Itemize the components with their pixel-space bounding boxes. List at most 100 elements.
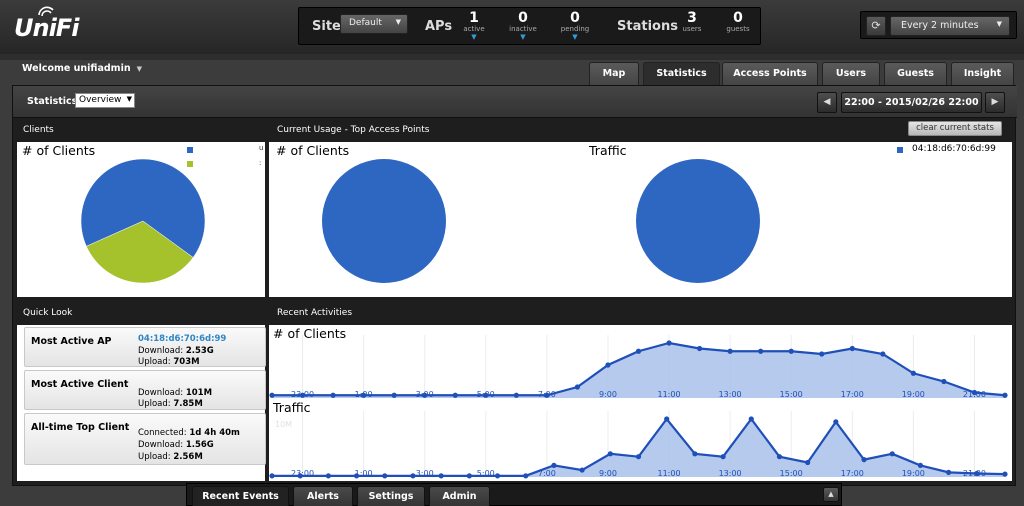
data-point[interactable]: [269, 392, 275, 398]
welcome-text: Welcome unifiadmin: [22, 63, 131, 74]
data-point[interactable]: [776, 454, 783, 460]
data-point[interactable]: [466, 473, 472, 479]
data-point[interactable]: [833, 419, 839, 425]
data-point[interactable]: [513, 392, 519, 398]
data-point[interactable]: [805, 459, 811, 466]
caret-down-icon[interactable]: ▼: [555, 33, 595, 41]
refresh-interval-select[interactable]: Every 2 minutes ▼: [890, 16, 1010, 36]
aps-label: APs: [425, 19, 453, 34]
refresh-icon[interactable]: ⟳: [866, 16, 886, 36]
data-point[interactable]: [849, 345, 855, 352]
data-point[interactable]: [452, 392, 458, 398]
tab-guests[interactable]: Guests: [884, 62, 947, 85]
quicklook-line-value: 2.56M: [173, 452, 203, 462]
data-point[interactable]: [269, 473, 275, 479]
data-point[interactable]: [325, 473, 331, 479]
data-point[interactable]: [382, 473, 388, 479]
data-point[interactable]: [438, 473, 444, 479]
top-bar: UniFi Site Default ▼ APs 1 active ▼ 0 in…: [0, 0, 1024, 54]
caret-down-icon[interactable]: ▼: [503, 33, 543, 41]
data-point[interactable]: [1002, 471, 1008, 477]
data-point[interactable]: [889, 451, 895, 457]
data-point[interactable]: [551, 462, 557, 468]
chevron-up-icon[interactable]: ▲: [823, 487, 839, 502]
tab-statistics[interactable]: Statistics: [643, 62, 720, 85]
data-point[interactable]: [692, 451, 698, 457]
stations-label: Stations: [617, 19, 678, 34]
clear-stats-button[interactable]: clear current stats: [908, 121, 1002, 136]
quicklook-line: Download: 101M: [138, 388, 212, 398]
aps-pending-count[interactable]: 0: [555, 10, 595, 26]
quicklook-line-value: 7.85M: [173, 399, 203, 409]
aps-active-label: active: [463, 25, 485, 33]
x-tick-label: 15:00: [780, 469, 803, 478]
data-point[interactable]: [727, 348, 733, 354]
data-point[interactable]: [720, 454, 726, 460]
quicklook-item-title: All-time Top Client: [31, 422, 130, 433]
data-point[interactable]: [494, 473, 501, 479]
data-point[interactable]: [758, 348, 764, 354]
tab-alerts[interactable]: Alerts: [293, 486, 353, 506]
data-point[interactable]: [861, 457, 867, 463]
quicklook-line-label: Upload:: [138, 452, 171, 462]
series-area: [272, 419, 1005, 477]
quicklook-line-label: Upload:: [138, 357, 171, 367]
usage-traffic-pie-slice: [636, 159, 760, 283]
data-point[interactable]: [788, 348, 794, 354]
x-tick-label: 19:00: [902, 390, 925, 399]
x-tick-label: 21:00: [963, 390, 986, 399]
recent-header: Recent Activities: [277, 308, 353, 318]
quicklook-item: Most Active Client Download: 101M Upload…: [24, 370, 266, 410]
aps-inactive-count[interactable]: 0: [503, 10, 543, 26]
data-point[interactable]: [607, 451, 613, 457]
data-point[interactable]: [819, 351, 825, 357]
x-tick-label: 7:00: [538, 390, 556, 399]
data-point[interactable]: [946, 469, 952, 475]
date-range-button[interactable]: 22:00 - 2015/02/26 22:00: [841, 92, 982, 113]
data-point[interactable]: [748, 416, 754, 422]
data-point[interactable]: [391, 392, 397, 398]
aps-pending-label: pending: [560, 25, 590, 33]
site-select[interactable]: Default ▼: [340, 14, 408, 34]
data-point[interactable]: [941, 378, 947, 385]
data-point[interactable]: [330, 392, 336, 398]
data-point[interactable]: [666, 340, 672, 346]
data-point[interactable]: [664, 416, 670, 422]
caret-down-icon[interactable]: ▼: [454, 33, 494, 41]
data-point[interactable]: [917, 462, 924, 468]
stations-users-count[interactable]: 3: [672, 10, 712, 26]
data-point[interactable]: [579, 467, 585, 473]
quicklook-ap-mac[interactable]: 04:18:d6:70:6d:99: [138, 334, 226, 344]
data-point[interactable]: [574, 384, 581, 390]
tab-insight[interactable]: Insight: [951, 62, 1014, 85]
data-point[interactable]: [635, 454, 642, 460]
data-point[interactable]: [1002, 392, 1008, 398]
data-point[interactable]: [635, 348, 642, 354]
tab-access-points[interactable]: Access Points: [722, 62, 818, 85]
tab-settings[interactable]: Settings: [357, 486, 425, 506]
quicklook-line: Download: 1.56G: [138, 440, 214, 450]
data-point[interactable]: [605, 362, 611, 368]
statistics-view-select[interactable]: Overview ▼: [75, 93, 135, 108]
aps-inactive-label: inactive: [509, 25, 537, 33]
traffic-y-tick: 10M: [275, 420, 293, 429]
tab-recent-events[interactable]: Recent Events: [192, 486, 289, 506]
data-point[interactable]: [696, 345, 703, 352]
unifi-logo: UniFi: [14, 14, 79, 42]
welcome-menu[interactable]: Welcome unifiadmin ▼: [22, 63, 142, 74]
tab-map[interactable]: Map: [589, 62, 639, 85]
aps-active-count[interactable]: 1: [454, 10, 494, 26]
x-tick-label: 5:00: [477, 469, 495, 478]
clients-header: Clients: [23, 125, 54, 135]
x-tick-label: 5:00: [477, 390, 495, 399]
tab-users[interactable]: Users: [822, 62, 880, 85]
statistics-view-value: Overview: [79, 95, 122, 105]
tab-admin[interactable]: Admin: [429, 486, 490, 506]
chevron-left-icon[interactable]: ◀: [817, 92, 837, 113]
chevron-right-icon[interactable]: ▶: [985, 92, 1005, 113]
data-point[interactable]: [523, 473, 529, 479]
data-point[interactable]: [880, 351, 886, 357]
stations-guests-count[interactable]: 0: [718, 10, 758, 26]
data-point[interactable]: [910, 370, 916, 376]
quicklook-line: Upload: 2.56M: [138, 452, 203, 462]
